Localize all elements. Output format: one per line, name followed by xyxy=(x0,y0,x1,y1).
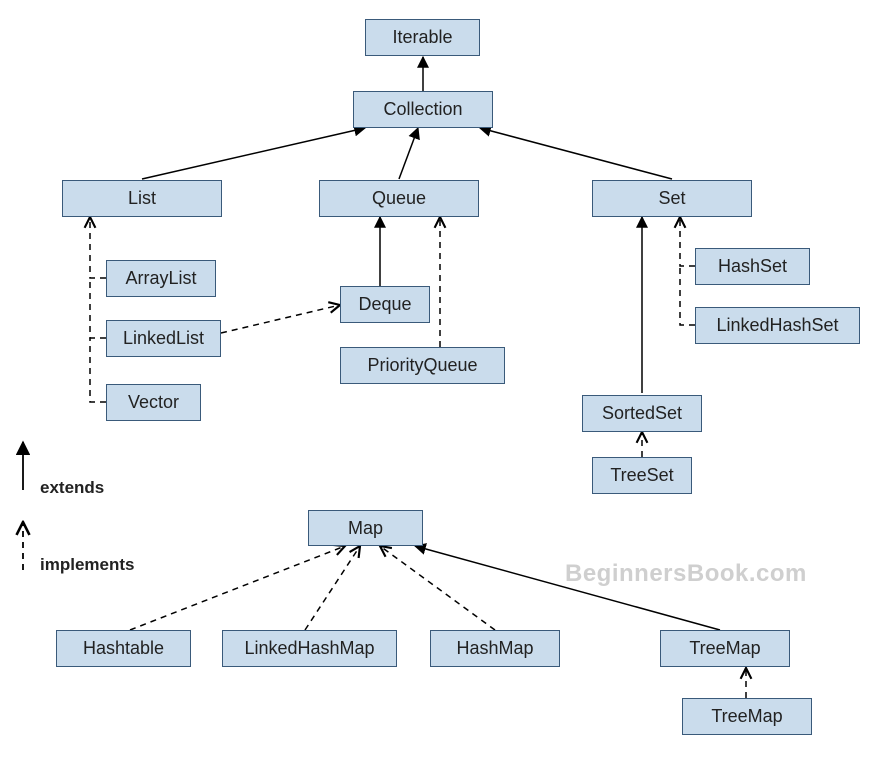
node-set: Set xyxy=(592,180,752,217)
edge-hashtable-map xyxy=(130,546,345,630)
node-linkedhashmap: LinkedHashMap xyxy=(222,630,397,667)
edge-hashset-set xyxy=(680,217,695,266)
node-treeset: TreeSet xyxy=(592,457,692,494)
node-collection: Collection xyxy=(353,91,493,128)
edge-vector-list xyxy=(90,338,106,402)
edge-queue-collection xyxy=(399,128,418,179)
edge-list-collection xyxy=(142,128,365,179)
node-hashmap: HashMap xyxy=(430,630,560,667)
watermark: BeginnersBook.com xyxy=(565,560,807,588)
node-sortedset: SortedSet xyxy=(582,395,702,432)
node-treemap2: TreeMap xyxy=(682,698,812,735)
edge-linkedlist-list xyxy=(90,278,106,338)
node-priorityqueue: PriorityQueue xyxy=(340,347,505,384)
node-hashtable: Hashtable xyxy=(56,630,191,667)
edge-arraylist-list xyxy=(90,217,106,278)
legend-implements-label: implements xyxy=(40,555,134,575)
node-hashset: HashSet xyxy=(695,248,810,285)
edge-set-collection xyxy=(480,128,672,179)
node-map: Map xyxy=(308,510,423,546)
legend-extends-label: extends xyxy=(40,478,104,498)
node-vector: Vector xyxy=(106,384,201,421)
edge-hashmap-map xyxy=(380,546,495,630)
edge-linkedhashset-set xyxy=(680,266,695,325)
edge-linkedhashmap-map xyxy=(305,546,360,630)
node-iterable: Iterable xyxy=(365,19,480,56)
node-deque: Deque xyxy=(340,286,430,323)
edge-treemap-map xyxy=(415,546,720,630)
node-linkedlist: LinkedList xyxy=(106,320,221,357)
node-queue: Queue xyxy=(319,180,479,217)
edge-linkedlist-deque xyxy=(221,305,340,333)
node-list: List xyxy=(62,180,222,217)
node-linkedhashset: LinkedHashSet xyxy=(695,307,860,344)
node-arraylist: ArrayList xyxy=(106,260,216,297)
node-treemap: TreeMap xyxy=(660,630,790,667)
